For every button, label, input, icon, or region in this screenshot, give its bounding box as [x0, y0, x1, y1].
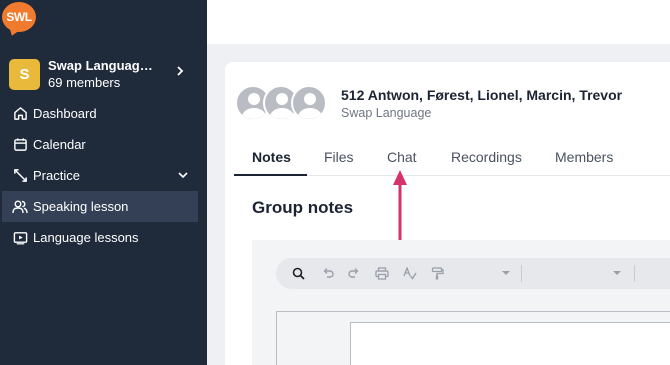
print-icon[interactable]: [375, 266, 389, 280]
tab-chat[interactable]: Chat: [387, 149, 417, 165]
avatar: [291, 85, 327, 121]
document-page[interactable]: [350, 322, 670, 365]
sidebar-item-label: Speaking lesson: [33, 199, 129, 214]
sidebar-item-language-lessons[interactable]: Language lessons: [2, 222, 198, 253]
redo-icon[interactable]: [347, 266, 361, 280]
group-avatar: S: [9, 59, 40, 90]
tab-notes[interactable]: Notes: [252, 149, 291, 165]
sidebar-item-label: Practice: [33, 168, 80, 183]
sidebar-item-label: Calendar: [33, 137, 86, 152]
sidebar-item-practice[interactable]: Practice: [2, 160, 198, 191]
tab-bar: Notes Files Chat Recordings Members: [234, 140, 670, 176]
group-member-count: 69 members: [48, 75, 121, 90]
toolbar-divider: [521, 265, 522, 282]
sidebar-item-label: Language lessons: [33, 230, 139, 245]
home-icon: [9, 106, 31, 121]
practice-icon: [9, 168, 31, 183]
chevron-down-icon[interactable]: [502, 271, 510, 275]
toolbar-divider: [634, 265, 635, 282]
tab-members[interactable]: Members: [555, 149, 613, 165]
sidebar: SWL S Swap Languag… 69 members Dashboard…: [0, 0, 207, 365]
section-title: Group notes: [252, 198, 354, 217]
conversation-title: 512 Antwon, Førest, Lionel, Marcin, Trev…: [341, 87, 623, 103]
sidebar-item-calendar[interactable]: Calendar: [2, 129, 198, 160]
spellcheck-icon[interactable]: [403, 266, 417, 280]
tab-recordings[interactable]: Recordings: [451, 149, 522, 165]
tab-files[interactable]: Files: [324, 149, 354, 165]
swl-logo[interactable]: SWL: [2, 2, 36, 32]
top-bar: [207, 0, 670, 44]
chevron-down-icon[interactable]: [613, 271, 621, 275]
active-tab-indicator: [234, 174, 307, 176]
conversation-subtitle: Swap Language: [341, 106, 432, 120]
search-icon[interactable]: [291, 266, 305, 280]
sidebar-item-speaking-lesson[interactable]: Speaking lesson: [2, 191, 198, 222]
users-icon: [9, 199, 31, 214]
pointer-arrow-icon: [393, 170, 407, 244]
sidebar-item-dashboard[interactable]: Dashboard: [2, 98, 198, 129]
paint-format-icon[interactable]: [430, 266, 444, 280]
calendar-icon: [9, 137, 31, 152]
chevron-right-icon: [177, 66, 184, 76]
group-switcher[interactable]: S Swap Languag… 69 members: [9, 58, 197, 92]
video-icon: [9, 231, 31, 245]
chevron-down-icon: [178, 172, 188, 179]
editor-toolbar: [276, 258, 670, 289]
group-name: Swap Languag…: [48, 58, 153, 73]
member-avatars: [235, 85, 327, 123]
sidebar-item-label: Dashboard: [33, 106, 97, 121]
undo-icon[interactable]: [321, 266, 335, 280]
